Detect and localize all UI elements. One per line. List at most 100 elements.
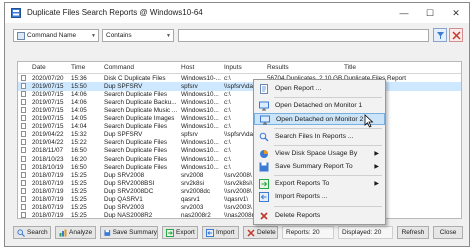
menu-item-import-reports[interactable]: Import Reports ...: [254, 191, 385, 203]
menu-separator: [274, 206, 382, 207]
search-files-icon: [259, 132, 269, 142]
save-summary-button[interactable]: Save Summary: [100, 226, 158, 239]
menu-separator: [274, 97, 382, 98]
column-header-inputs[interactable]: Inputs: [224, 64, 242, 71]
chevron-down-icon: ▼: [166, 33, 171, 39]
monitor-icon: [259, 101, 269, 111]
cell-date: 2018/07/19: [32, 212, 64, 219]
filter-operator-select[interactable]: Contains ▼: [102, 29, 174, 42]
import-icon: [259, 192, 269, 202]
report-file-icon: [21, 115, 26, 121]
cell-host: nas2008r2: [181, 212, 211, 219]
apply-filter-button[interactable]: [433, 28, 447, 42]
filter-text-input[interactable]: [178, 29, 429, 42]
close-window-button[interactable]: ✕: [443, 3, 469, 23]
analyze-button[interactable]: Analyze: [55, 226, 96, 239]
menu-item-label: Open Report ...: [275, 85, 322, 92]
menu-separator: [274, 175, 382, 176]
menu-separator: [274, 145, 382, 146]
export-icon: [166, 228, 174, 237]
menu-item-label: Delete Reports: [275, 212, 321, 219]
menu-item-label: Save Summary Report To: [275, 163, 353, 170]
report-file-icon: [21, 147, 26, 154]
submenu-arrow-icon: ▶: [374, 181, 379, 187]
filter-field-icon: [17, 31, 25, 40]
menu-item-label: Open Detached on Monitor 2: [276, 116, 364, 123]
menu-item-label: Open Detached on Monitor 1: [275, 102, 363, 109]
analyze-icon: [59, 229, 67, 236]
import-button-label: Import: [216, 229, 235, 236]
column-header-time[interactable]: Time: [71, 64, 85, 71]
import-button[interactable]: Import: [202, 226, 239, 239]
menu-item-search-files-in-reports[interactable]: Search Files In Reports ...: [254, 131, 385, 143]
menu-item-export-reports[interactable]: Export Reports To ▶: [254, 178, 385, 190]
minimize-button[interactable]: —: [391, 3, 417, 23]
table-row[interactable]: 2018/07/19 15:25 Dup NAS2008R2 nas2008r2 \\n…: [18, 212, 461, 219]
export-icon: [259, 179, 269, 189]
save-summary-button-label: Save Summary: [112, 229, 157, 236]
monitor-icon: [260, 115, 270, 125]
report-file-icon: [21, 90, 26, 97]
report-file-icon: [21, 179, 26, 186]
app-window: Duplicate Files Search Reports @ Windows…: [4, 2, 470, 247]
search-icon: [17, 228, 25, 237]
menu-item-open-report[interactable]: Open Report ...: [254, 83, 385, 95]
disk-usage-icon: [260, 150, 268, 158]
report-file-icon: [21, 204, 26, 211]
table-header: Date Time Command Host Inputs Results Ti…: [18, 62, 461, 74]
submenu-arrow-icon: ▶: [374, 151, 379, 157]
column-header-host[interactable]: Host: [181, 64, 194, 71]
menu-item-label: View Disk Space Usage By: [275, 150, 358, 157]
search-button-label: Search: [27, 229, 48, 236]
filter-icon: [436, 31, 444, 39]
title-bar: Duplicate Files Search Reports @ Windows…: [5, 3, 469, 23]
report-file-icon: [21, 171, 26, 178]
cell-command: Dup NAS2008R2: [104, 212, 153, 219]
report-file-icon: [21, 139, 26, 146]
menu-item-label: Export Reports To: [275, 180, 330, 187]
import-icon: [206, 228, 214, 237]
report-file-icon: [21, 82, 26, 89]
filter-field-value: Command Name: [27, 32, 77, 39]
close-button[interactable]: Close: [433, 226, 463, 239]
reports-table: Date Time Command Host Inputs Results Ti…: [17, 61, 462, 219]
clear-filter-button[interactable]: [449, 28, 463, 42]
delete-icon: [247, 228, 255, 237]
menu-item-save-summary-report[interactable]: Save Summary Report To ▶: [254, 161, 385, 173]
cell-time: 15:25: [71, 212, 87, 219]
bottom-bar: Search Analyze Save Summary Export Impor…: [5, 221, 469, 246]
column-header-title[interactable]: Title: [344, 64, 356, 71]
export-button[interactable]: Export: [162, 226, 198, 239]
analyze-button-label: Analyze: [69, 229, 93, 236]
menu-item-view-disk-space-usage[interactable]: View Disk Space Usage By ▶: [254, 148, 385, 160]
filter-toolbar: Command Name ▼ Contains ▼: [5, 23, 469, 47]
mouse-cursor-icon: [364, 114, 374, 128]
menu-item-delete-reports[interactable]: Delete Reports: [254, 210, 385, 222]
context-menu: Open Report ... Open Detached on Monitor…: [253, 79, 386, 225]
column-header-command[interactable]: Command: [104, 64, 134, 71]
report-file-icon: [21, 212, 26, 218]
search-button[interactable]: Search: [13, 226, 51, 239]
column-header-results[interactable]: Results: [267, 64, 289, 71]
refresh-button[interactable]: Refresh: [397, 226, 429, 239]
delete-button-label: Delete: [257, 229, 276, 236]
chevron-down-icon: ▼: [91, 33, 96, 39]
report-file-icon: [21, 131, 26, 138]
report-file-icon: [21, 155, 26, 162]
menu-separator: [274, 128, 382, 129]
save-summary-icon: [259, 162, 269, 172]
report-file-icon: [21, 123, 26, 130]
report-file-icon: [21, 74, 26, 81]
report-file-icon: [21, 187, 26, 194]
open-report-icon: [260, 84, 268, 94]
filter-field-select[interactable]: Command Name ▼: [13, 29, 99, 42]
column-header-date[interactable]: Date: [32, 64, 46, 71]
menu-item-open-detached-monitor-1[interactable]: Open Detached on Monitor 1: [254, 100, 385, 112]
clear-filter-icon: [451, 30, 461, 40]
filter-operator-value: Contains: [106, 32, 132, 39]
report-file-icon: [21, 196, 26, 202]
report-file-icon: [21, 98, 26, 105]
report-file-icon: [21, 106, 26, 113]
delete-button[interactable]: Delete: [243, 226, 278, 239]
maximize-button[interactable]: ☐: [417, 3, 443, 23]
